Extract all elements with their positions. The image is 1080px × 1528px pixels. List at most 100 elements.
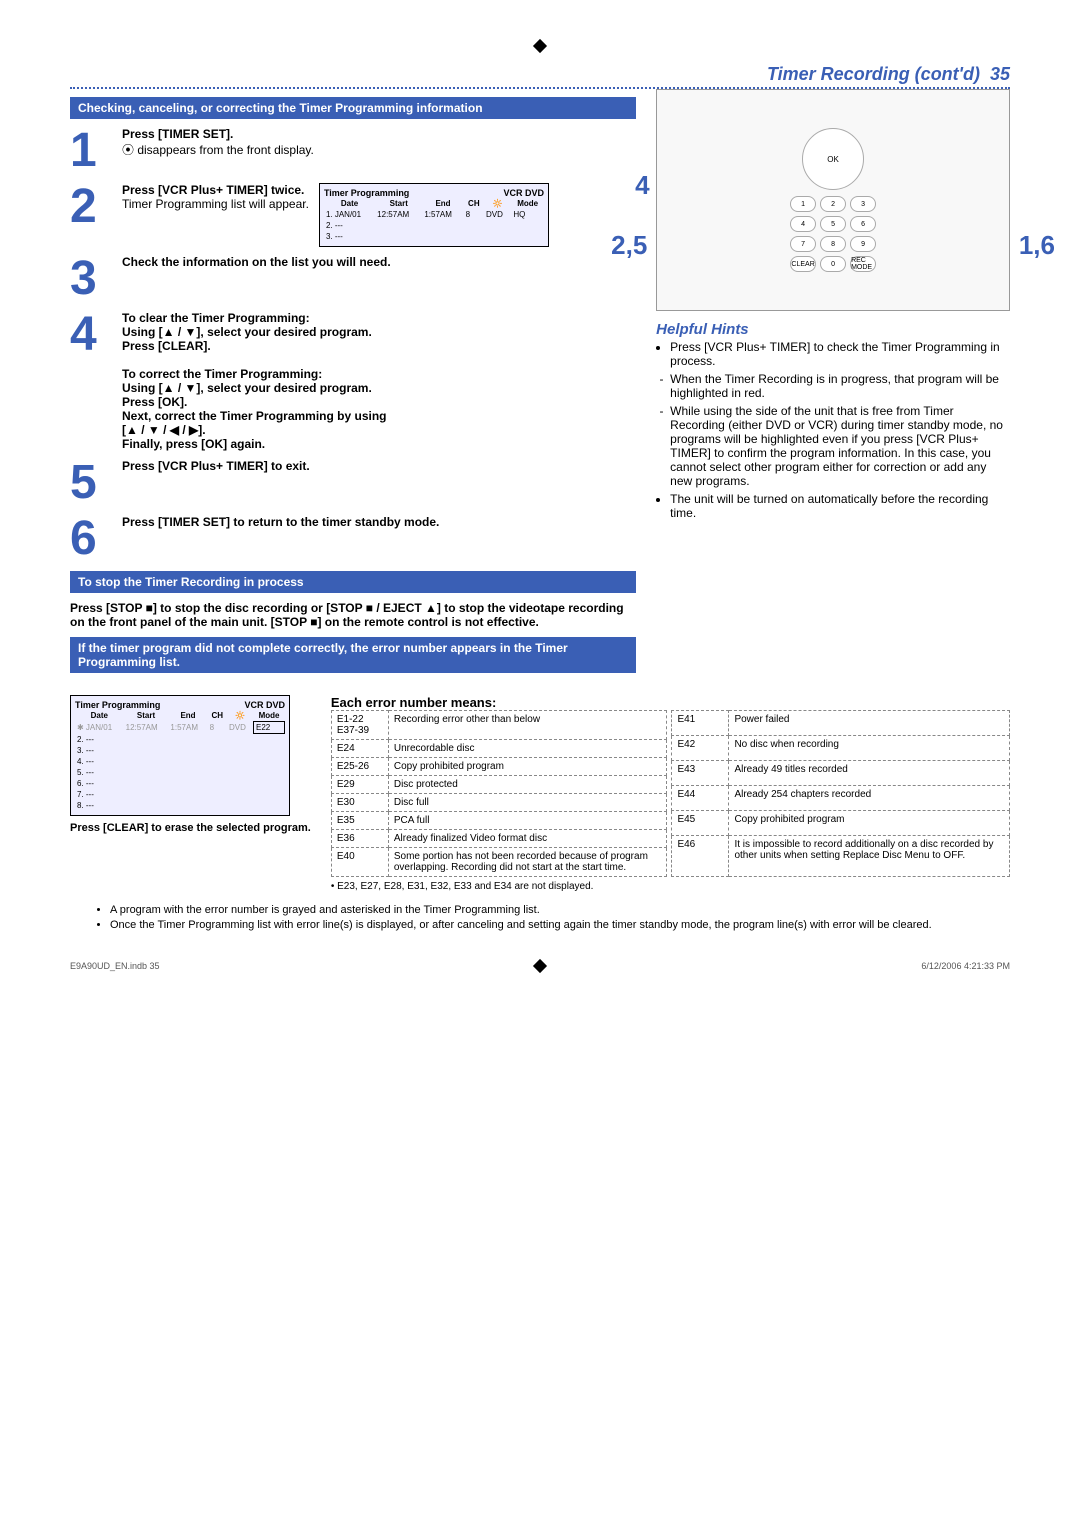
err-code: E41 xyxy=(672,711,729,736)
step-6: 6 Press [TIMER SET] to return to the tim… xyxy=(70,515,636,563)
timer-programming-list-box: Timer Programming VCR DVD Date Start End… xyxy=(70,695,290,816)
section-check-info: Checking, canceling, or correcting the T… xyxy=(70,97,636,119)
th: CH xyxy=(208,710,227,722)
step-number: 4 xyxy=(70,311,114,359)
step-number: 5 xyxy=(70,459,114,507)
td-blank: 3. --- xyxy=(324,231,544,242)
error-table-right: E41Power failed E42No disc when recordin… xyxy=(671,710,1010,877)
key-4: 4 xyxy=(790,216,816,232)
td: 8 xyxy=(464,209,484,220)
footer-right: 6/12/2006 4:21:33 PM xyxy=(921,961,1010,971)
err-desc: Power failed xyxy=(729,711,1010,736)
key-2: 2 xyxy=(820,196,846,212)
th-ch: CH xyxy=(464,198,484,209)
step-4-corr-l1: Using [▲ / ▼], select your desired progr… xyxy=(122,381,372,395)
th: Mode xyxy=(254,710,285,722)
key-3: 3 xyxy=(850,196,876,212)
page-header: Timer Recording (cont'd) 35 xyxy=(70,64,1010,89)
stop-instruction: Press [STOP ■] to stop the disc recordin… xyxy=(70,601,636,629)
helpful-hints: Helpful Hints Press [VCR Plus+ TIMER] to… xyxy=(656,321,1010,520)
key-8: 8 xyxy=(820,236,846,252)
timer-box-row: 1. JAN/01 12:57AM 1:57AM 8 DVD HQ xyxy=(324,209,544,220)
step-4-corr-l5: Finally, press [OK] again. xyxy=(122,437,265,451)
timer-programming-box: Timer Programming VCR DVD Date Start End… xyxy=(319,183,549,247)
top-diamond xyxy=(70,40,1010,54)
err-code: E36 xyxy=(331,830,388,848)
key-clear: CLEAR xyxy=(790,256,816,272)
step-2-line1: Press [VCR Plus+ TIMER] twice. xyxy=(122,183,304,197)
hint-2: When the Timer Recording is in progress,… xyxy=(670,372,1010,400)
footnote-2: Once the Timer Programming list with err… xyxy=(110,919,1010,931)
step-4: 4 To clear the Timer Programming: Using … xyxy=(70,311,636,451)
key-rec: REC MODE xyxy=(850,256,876,272)
th-start: Start xyxy=(375,198,422,209)
td-blank: 4. --- xyxy=(75,756,285,767)
td: DVD xyxy=(227,722,254,734)
step-2: 2 Press [VCR Plus+ TIMER] twice. Timer P… xyxy=(70,183,636,247)
td-blank: 2. --- xyxy=(75,734,285,746)
td-blank: 3. --- xyxy=(75,745,285,756)
err-code: E24 xyxy=(331,740,388,758)
step-number: 2 xyxy=(70,183,114,231)
step-4-clear-title: To clear the Timer Programming: xyxy=(122,311,310,325)
err-code: E30 xyxy=(331,794,388,812)
td: 12:57AM xyxy=(124,722,169,734)
key-0: 0 xyxy=(820,256,846,272)
err-desc: It is impossible to record additionally … xyxy=(729,836,1010,877)
td: 12:57AM xyxy=(375,209,422,220)
remote-keypad: 1 2 3 4 5 6 7 8 9 CLEAR 0 REC MODE xyxy=(790,196,876,272)
td: 8 xyxy=(208,722,227,734)
err-desc: Copy prohibited program xyxy=(729,811,1010,836)
step-6-line1: Press [TIMER SET] to return to the timer… xyxy=(122,515,439,529)
key-6: 6 xyxy=(850,216,876,232)
timer-box-media: VCR DVD xyxy=(503,188,544,198)
td: 1:57AM xyxy=(168,722,207,734)
list-box-media: VCR DVD xyxy=(244,700,285,710)
step-4-corr-l4: [▲ / ▼ / ◀ / ▶]. xyxy=(122,423,206,437)
td-blank: 5. --- xyxy=(75,767,285,778)
remote-control-diagram: 4 2,5 1,6 OK 1 2 3 4 5 6 7 8 9 CLEAR 0 R… xyxy=(656,89,1010,311)
td-blank: 2. --- xyxy=(324,220,544,231)
step-1-line1: Press [TIMER SET]. xyxy=(122,127,233,141)
step-5-line1: Press [VCR Plus+ TIMER] to exit. xyxy=(122,459,310,473)
th-icon: 🔆 xyxy=(484,198,511,209)
list-box-title: Timer Programming xyxy=(75,700,160,710)
step-5: 5 Press [VCR Plus+ TIMER] to exit. xyxy=(70,459,636,507)
th-end: End xyxy=(422,198,463,209)
err-code: E44 xyxy=(672,786,729,811)
err-desc: Already 49 titles recorded xyxy=(729,761,1010,786)
err-desc: Some portion has not been recorded becau… xyxy=(388,848,667,877)
td: HQ xyxy=(511,209,544,220)
hint-1: Press [VCR Plus+ TIMER] to check the Tim… xyxy=(670,340,1010,368)
td-blank: 6. --- xyxy=(75,778,285,789)
err-desc: No disc when recording xyxy=(729,736,1010,761)
timer-box-title: Timer Programming xyxy=(324,188,409,198)
err-code: E1-22 E37-39 xyxy=(331,711,388,740)
step-3: 3 Check the information on the list you … xyxy=(70,255,636,303)
err-code: E43 xyxy=(672,761,729,786)
footer-diamond-icon xyxy=(533,959,547,973)
td-error: E22 xyxy=(254,722,285,734)
step-number: 1 xyxy=(70,127,114,175)
callout-16: 1,6 xyxy=(1019,230,1055,261)
hint-4: The unit will be turned on automatically… xyxy=(670,492,1010,520)
error-title: Each error number means: xyxy=(331,695,1010,710)
clear-instruction: Press [CLEAR] to erase the selected prog… xyxy=(70,822,311,834)
list-box-headers: Date Start End CH 🔆 Mode xyxy=(75,710,285,722)
step-4-corr-title: To correct the Timer Programming: xyxy=(122,367,322,381)
helpful-hints-title: Helpful Hints xyxy=(656,321,1010,338)
step-4-clear-l1: Using [▲ / ▼], select your desired progr… xyxy=(122,325,372,339)
err-desc: Disc full xyxy=(388,794,667,812)
section-stop-process: To stop the Timer Recording in process xyxy=(70,571,636,593)
section-error-info: If the timer program did not complete co… xyxy=(70,637,636,673)
list-box-row: ✱ JAN/01 12:57AM 1:57AM 8 DVD E22 xyxy=(75,722,285,734)
step-2-line2: Timer Programming list will appear. xyxy=(122,197,309,211)
err-code: E46 xyxy=(672,836,729,877)
page-number: 35 xyxy=(990,64,1010,84)
step-1: 1 Press [TIMER SET]. ⦿ disappears from t… xyxy=(70,127,636,175)
err-desc: Copy prohibited program xyxy=(388,758,667,776)
step-4-clear-l2: Press [CLEAR]. xyxy=(122,339,211,353)
timer-box-headers: Date Start End CH 🔆 Mode xyxy=(324,198,544,209)
footnotes: A program with the error number is graye… xyxy=(70,904,1010,931)
err-desc: PCA full xyxy=(388,812,667,830)
